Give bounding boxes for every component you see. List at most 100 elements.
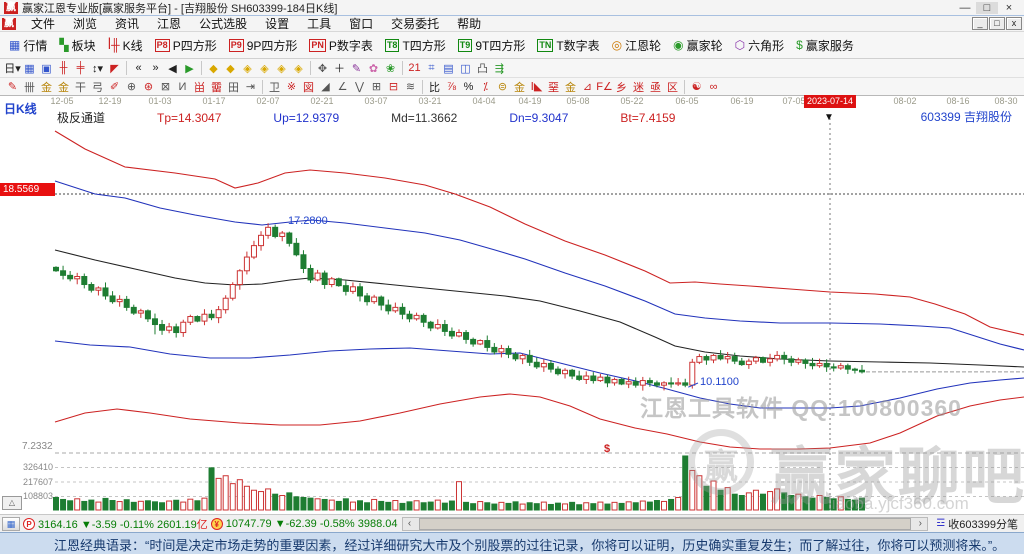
menu-浏览[interactable]: 浏览	[64, 17, 106, 31]
gann-diamond-3-button[interactable]: ◈	[239, 60, 256, 76]
p-table-button[interactable]: PN P数字表	[304, 35, 378, 56]
percent-tool[interactable]: %	[460, 79, 477, 95]
quote-grid-button[interactable]: ▦	[2, 516, 20, 531]
gann-grid-gold-tool[interactable]: 金	[38, 79, 55, 95]
golden-circle-tool[interactable]: ⊜	[494, 79, 511, 95]
yin-yang-icon[interactable]: ☯	[688, 79, 705, 95]
calendar-button[interactable]: 21	[406, 60, 423, 76]
tick-data-link[interactable]: ☲ 收603399分笔	[932, 516, 1022, 532]
p-square-button[interactable]: P8 P四方形	[150, 35, 222, 56]
gann-diamond-6-button[interactable]: ◈	[290, 60, 307, 76]
menu-江恩[interactable]: 江恩	[148, 17, 190, 31]
pagoda-tool[interactable]: 畄	[191, 79, 208, 95]
menu-窗口[interactable]: 窗口	[340, 17, 382, 31]
rays-tool[interactable]: ※	[283, 79, 300, 95]
menu-设置[interactable]: 设置	[256, 17, 298, 31]
circle-cross-tool[interactable]: ⊕	[123, 79, 140, 95]
f-angle-tool[interactable]: F∠	[596, 79, 613, 95]
infinity-icon[interactable]: ∞	[705, 79, 722, 95]
tick-span-tool[interactable]: ⇥	[242, 79, 259, 95]
minimize-button[interactable]: —	[954, 2, 976, 14]
gann-diamond-5-button[interactable]: ◈	[273, 60, 290, 76]
prev-bar-button[interactable]: ◀	[164, 60, 181, 76]
p9-square-button[interactable]: P9 9P四方形	[224, 35, 303, 56]
close-button[interactable]: ×	[998, 2, 1020, 14]
indicator-flag-icon[interactable]: ◤	[106, 60, 123, 76]
notebook-button[interactable]: ▤	[440, 60, 457, 76]
window-layout-icon[interactable]: ▦	[21, 60, 38, 76]
angle-fan-tool[interactable]: ⊿	[579, 79, 596, 95]
golden-line-tool[interactable]: 金	[511, 79, 528, 95]
scroll-left-arrow[interactable]: ‹	[403, 518, 417, 529]
band-tool[interactable]: 卫	[266, 79, 283, 95]
box-grid-tool[interactable]: ⊠	[157, 79, 174, 95]
menu-帮助[interactable]: 帮助	[448, 17, 490, 31]
kline-style2-icon[interactable]: ╪	[72, 60, 89, 76]
press-tool[interactable]: 堊	[545, 79, 562, 95]
wedge-tool[interactable]: ◢	[317, 79, 334, 95]
t9-square-button[interactable]: T9 9T四方形	[453, 35, 531, 56]
pan-hand-button[interactable]: ✥	[314, 60, 331, 76]
hatch-tool[interactable]: 卌	[21, 79, 38, 95]
angle-pen-tool[interactable]: ✐	[106, 79, 123, 95]
menu-交易委托[interactable]: 交易委托	[382, 17, 448, 31]
gold-press-tool[interactable]: 金	[562, 79, 579, 95]
tab-daily-kline[interactable]: 日K线	[4, 100, 37, 117]
kline-style-icon[interactable]: ╫	[55, 60, 72, 76]
first-bar-button[interactable]: «	[130, 60, 147, 76]
menu-工具[interactable]: 工具	[298, 17, 340, 31]
crosshair-button[interactable]: ＋	[331, 60, 348, 76]
chart-horizontal-scrollbar[interactable]: ‹ ›	[401, 516, 929, 531]
mdi-restore-button[interactable]: □	[989, 17, 1005, 30]
quotes-button[interactable]: ▦ 行情	[4, 35, 52, 56]
wave-tool[interactable]: И	[174, 79, 191, 95]
level-tool[interactable]: 干	[72, 79, 89, 95]
mdi-minimize-button[interactable]: _	[972, 17, 988, 30]
gann-diamond-4-button[interactable]: ◈	[256, 60, 273, 76]
spiral-tool[interactable]: 弓	[89, 79, 106, 95]
restore-button[interactable]: □	[976, 1, 998, 14]
menu-公式选股[interactable]: 公式选股	[190, 17, 256, 31]
slats-tool[interactable]: ≋	[402, 79, 419, 95]
percent-line-tool[interactable]: ⁒	[477, 79, 494, 95]
pane-splitter-up-button[interactable]: △	[2, 496, 22, 510]
lattice2-tool[interactable]: ⊟	[385, 79, 402, 95]
kline-button[interactable]: ꟾ╫ K线	[103, 35, 148, 56]
hexagon-button[interactable]: ⬡ 六角形	[730, 35, 790, 56]
ink-tool[interactable]: Ⅰ◣	[528, 79, 545, 95]
print-button[interactable]: 凸	[474, 60, 491, 76]
winner-service-button[interactable]: $ 赢家服务	[791, 35, 859, 56]
cycle-box-tool[interactable]: 区	[664, 79, 681, 95]
angle-tool[interactable]: ∠	[334, 79, 351, 95]
mdi-close-button[interactable]: x	[1006, 17, 1022, 30]
menu-资讯[interactable]: 资讯	[106, 17, 148, 31]
menu-文件[interactable]: 文件	[22, 17, 64, 31]
calculator-button[interactable]: ⌗	[423, 60, 440, 76]
next-bar-button[interactable]: ▶	[181, 60, 198, 76]
fence-tool[interactable]: 羀	[208, 79, 225, 95]
shenzhen-index-icon[interactable]: ¥	[210, 517, 223, 530]
period-day-dropdown[interactable]: 日▾	[4, 60, 21, 76]
pen-tool[interactable]: ✎	[4, 79, 21, 95]
t-square-button[interactable]: T8 T四方形	[380, 35, 451, 56]
gann-wheel-button[interactable]: ◎ 江恩轮	[607, 35, 667, 56]
gann-diamond-2-button[interactable]: ◆	[222, 60, 239, 76]
report-panel-icon[interactable]: ▣	[38, 60, 55, 76]
t-table-button[interactable]: TN T数字表	[532, 35, 604, 56]
steps-tool[interactable]: 迷	[630, 79, 647, 95]
shanghai-index-icon[interactable]: P	[23, 517, 35, 530]
map-tool[interactable]: 図	[300, 79, 317, 95]
zoom-tool-button[interactable]: ✎	[348, 60, 365, 76]
truck-button[interactable]: ⇶	[491, 60, 508, 76]
scroll-right-arrow[interactable]: ›	[913, 518, 927, 529]
last-bar-button[interactable]: »	[147, 60, 164, 76]
vee-tool[interactable]: ⋁	[351, 79, 368, 95]
ratio-tool[interactable]: 比	[426, 79, 443, 95]
percent-retrace-tool[interactable]: ⅞	[443, 79, 460, 95]
lattice-tool[interactable]: ⊞	[368, 79, 385, 95]
save-button[interactable]: ◫	[457, 60, 474, 76]
zone-tool[interactable]: 亟	[647, 79, 664, 95]
multi-fan-tool[interactable]: 乡	[613, 79, 630, 95]
winner-wheel-button[interactable]: ◉ 赢家轮	[668, 35, 728, 56]
glasses-tool-button[interactable]: ✿	[365, 60, 382, 76]
